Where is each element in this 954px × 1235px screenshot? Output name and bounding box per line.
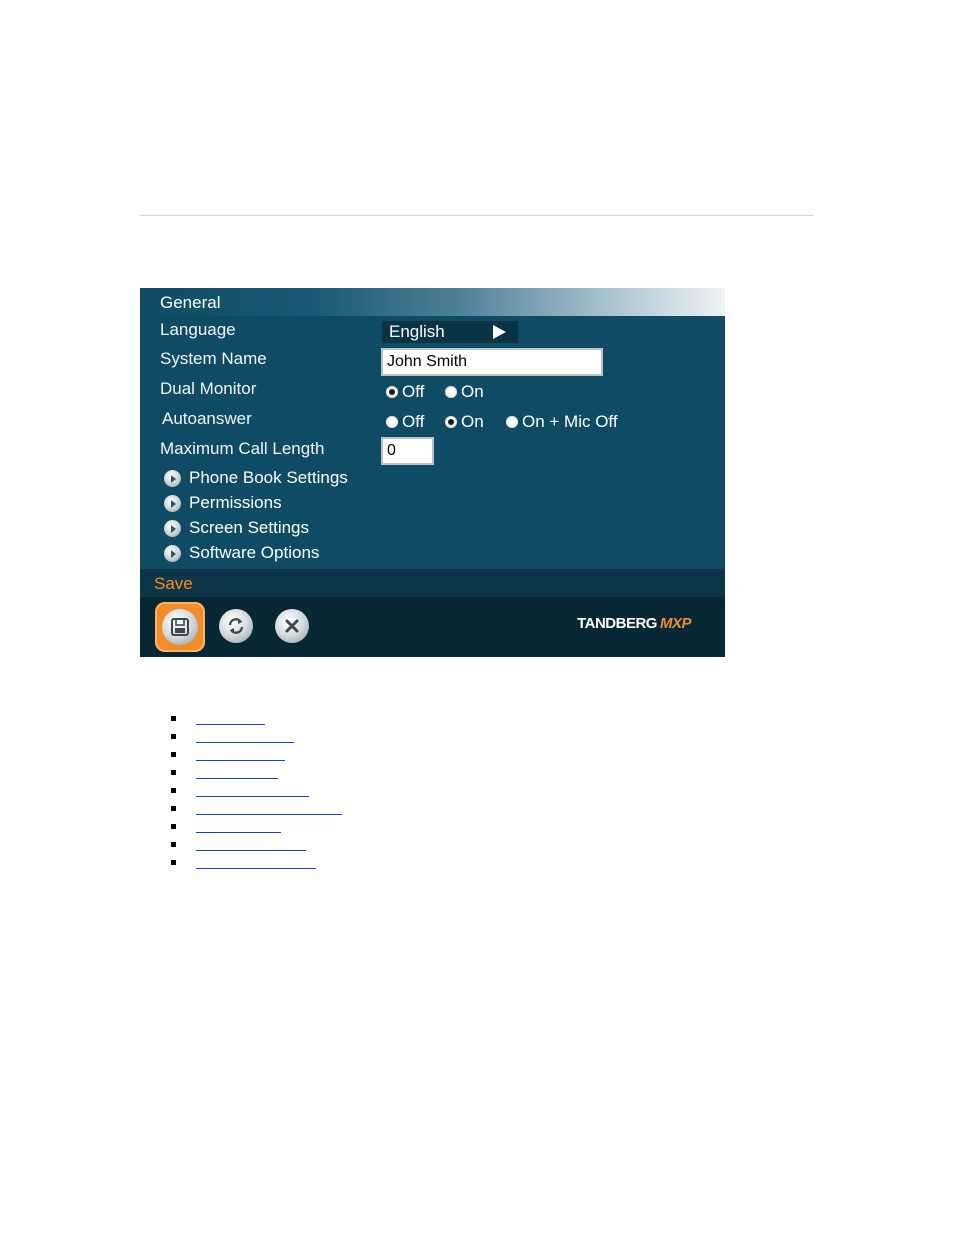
language-select[interactable]: English: [382, 321, 518, 343]
bullet-icon: [171, 770, 176, 775]
list-link[interactable]: [196, 760, 285, 761]
system-name-input[interactable]: [381, 348, 603, 376]
submenu-phone-book-settings[interactable]: Phone Book Settings: [164, 467, 348, 489]
cancel-button[interactable]: [275, 609, 309, 643]
save-button[interactable]: [155, 602, 205, 652]
action-label-bar: Save: [140, 569, 725, 597]
radio-selected-icon: [445, 416, 457, 428]
list-link[interactable]: [196, 814, 342, 815]
language-label: Language: [160, 320, 236, 339]
submenu-label: Phone Book Settings: [189, 468, 348, 487]
action-icon-bar: TANDBERG MXP: [140, 597, 725, 657]
autoanswer-on-radio[interactable]: On: [445, 411, 484, 433]
radio-label: Off: [402, 412, 425, 431]
dual-monitor-on-radio[interactable]: On: [445, 381, 484, 403]
submenu-permissions[interactable]: Permissions: [164, 492, 282, 514]
bullet-icon: [171, 788, 176, 793]
dual-monitor-label: Dual Monitor: [160, 379, 257, 398]
submenu-arrow-icon: [164, 469, 181, 487]
bullet-icon: [171, 734, 176, 739]
brand-name: TANDBERG: [577, 615, 657, 632]
radio-unselected-icon: [386, 416, 398, 428]
list-link[interactable]: [196, 778, 278, 779]
radio-unselected-icon: [445, 386, 457, 398]
submenu-software-options[interactable]: Software Options: [164, 542, 319, 564]
bullet-icon: [171, 806, 176, 811]
general-settings-panel: General Language English System Name Dua…: [140, 288, 725, 657]
autoanswer-off-radio[interactable]: Off: [386, 411, 424, 433]
submenu-arrow-icon: [164, 494, 181, 512]
list-link[interactable]: [196, 796, 309, 797]
submenu-screen-settings[interactable]: Screen Settings: [164, 517, 309, 539]
brand-suffix: MXP: [659, 615, 692, 632]
radio-label: On + Mic Off: [522, 412, 618, 431]
autoanswer-label: Autoanswer: [162, 409, 252, 428]
close-icon: [285, 619, 299, 633]
system-name-label: System Name: [160, 349, 267, 368]
bullet-icon: [171, 716, 176, 721]
radio-unselected-icon: [506, 416, 518, 428]
brand-logo: TANDBERG MXP: [577, 615, 691, 632]
bullet-icon: [171, 824, 176, 829]
dual-monitor-off-radio[interactable]: Off: [386, 381, 424, 403]
refresh-icon: [228, 618, 244, 634]
bullet-icon: [171, 860, 176, 865]
radio-selected-icon: [386, 386, 398, 398]
max-call-length-label: Maximum Call Length: [160, 439, 325, 458]
language-value: English: [389, 322, 445, 341]
panel-title: General: [160, 293, 221, 312]
list-link[interactable]: [196, 832, 281, 833]
reset-button[interactable]: [219, 609, 253, 643]
autoanswer-on-mic-off-radio[interactable]: On + Mic Off: [506, 411, 618, 433]
list-link[interactable]: [196, 868, 316, 869]
floppy-disk-icon: [162, 609, 198, 645]
bullet-icon: [171, 752, 176, 757]
bullet-icon: [171, 842, 176, 847]
radio-label: On: [461, 382, 484, 401]
radio-label: On: [461, 412, 484, 431]
max-call-length-input[interactable]: [381, 437, 434, 465]
play-arrow-icon: [493, 325, 506, 339]
radio-label: Off: [402, 382, 425, 401]
submenu-label: Permissions: [189, 493, 282, 512]
submenu-arrow-icon: [164, 519, 181, 537]
submenu-label: Software Options: [189, 543, 320, 562]
panel-titlebar: General: [140, 288, 725, 316]
submenu-arrow-icon: [164, 544, 181, 562]
submenu-label: Screen Settings: [189, 518, 310, 537]
list-link[interactable]: [196, 850, 306, 851]
save-action-label: Save: [154, 574, 193, 593]
header-divider: [140, 215, 814, 216]
list-link[interactable]: [196, 724, 265, 725]
list-link[interactable]: [196, 742, 294, 743]
